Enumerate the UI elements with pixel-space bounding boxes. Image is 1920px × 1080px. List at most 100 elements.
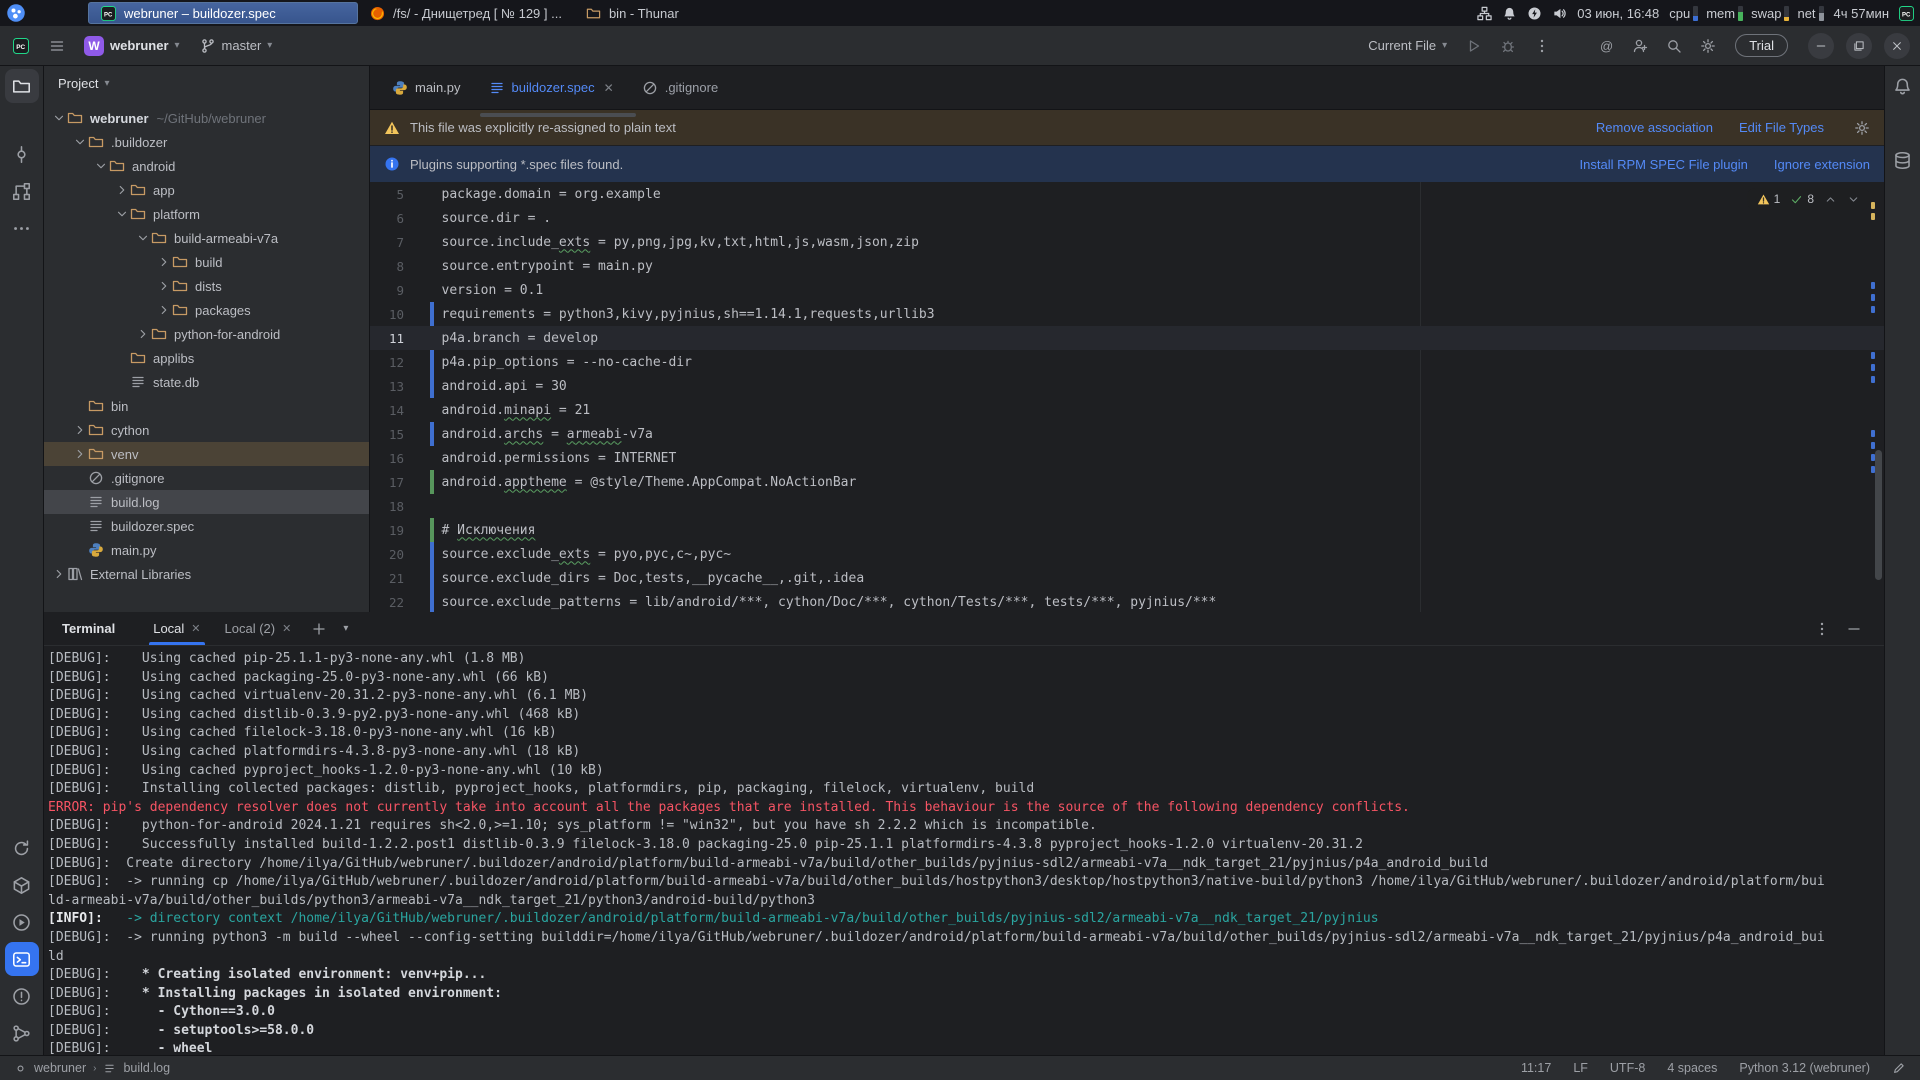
chevron-right-icon[interactable] (71, 447, 88, 461)
code-line-9[interactable]: 9version = 0.1 (370, 278, 1884, 302)
code-line-20[interactable]: 20source.exclude_exts = pyo,pyc,c~,pyc~ (370, 542, 1884, 566)
code-line-6[interactable]: 6source.dir = . (370, 206, 1884, 230)
caret-position[interactable]: 11:17 (1521, 1061, 1551, 1075)
tree-item-packages[interactable]: packages (44, 298, 369, 322)
add-user-icon[interactable] (1625, 33, 1655, 59)
tree-item--buildozer[interactable]: .buildozer (44, 130, 369, 154)
tree-item-bin[interactable]: bin (44, 394, 369, 418)
line-ending[interactable]: LF (1573, 1061, 1588, 1075)
tree-item--gitignore[interactable]: .gitignore (44, 466, 369, 490)
structure-icon[interactable] (5, 174, 39, 208)
more-icon[interactable] (5, 211, 39, 245)
debug-button[interactable] (1493, 33, 1523, 59)
git-icon[interactable] (5, 1016, 39, 1050)
tree-item-venv[interactable]: venv (44, 442, 369, 466)
tree-item-python-for-android[interactable]: python-for-android (44, 322, 369, 346)
power-icon[interactable] (1527, 6, 1542, 21)
terminal-tab-list-icon[interactable]: ▾ (335, 623, 356, 634)
chevron-down-icon[interactable] (71, 135, 88, 149)
main-menu-icon[interactable] (42, 33, 72, 59)
tree-item-state-db[interactable]: state.db (44, 370, 369, 394)
terminal-icon[interactable] (5, 942, 39, 976)
database-icon[interactable] (1886, 143, 1920, 177)
chevron-right-icon[interactable] (134, 327, 151, 341)
tree-item-webruner[interactable]: webruner~/GitHub/webruner (44, 106, 369, 130)
tree-item-main-py[interactable]: main.py (44, 538, 369, 562)
window-maximize-button[interactable] (1846, 33, 1872, 59)
banner-action-link[interactable]: Remove association (1596, 120, 1713, 135)
code-line-18[interactable]: 18 (370, 494, 1884, 518)
banner-action-link[interactable]: Edit File Types (1739, 120, 1824, 135)
tree-item-buildozer-spec[interactable]: buildozer.spec (44, 514, 369, 538)
project-widget[interactable]: W webruner ▾ (76, 31, 188, 61)
taskbar-window-button[interactable]: /fs/ - Днищетред [ № 129 ] ... (358, 2, 574, 24)
breadcrumb[interactable]: webruner › build.log (14, 1061, 170, 1075)
code-editor[interactable]: 5package.domain = org.example6source.dir… (370, 182, 1884, 612)
code-line-16[interactable]: 16android.permissions = INTERNET (370, 446, 1884, 470)
bell-icon[interactable] (1502, 6, 1517, 21)
chevron-down-icon[interactable] (50, 111, 67, 125)
app-launcher-icon[interactable] (6, 3, 26, 23)
banner-action-link[interactable]: Ignore extension (1774, 157, 1870, 172)
close-icon[interactable]: ✕ (191, 622, 200, 635)
code-line-15[interactable]: 15android.archs = armeabi-v7a (370, 422, 1884, 446)
terminal-output[interactable]: [DEBUG]: Using cached pip-25.1.1-py3-non… (44, 646, 1884, 1055)
next-problem-icon[interactable] (1847, 193, 1860, 206)
taskbar-window-button[interactable]: PCwebruner – buildozer.spec (88, 2, 358, 24)
ai-assistant-icon[interactable]: @ (1591, 33, 1621, 59)
breadcrumb-project[interactable]: webruner (34, 1061, 86, 1075)
indent-setting[interactable]: 4 spaces (1667, 1061, 1717, 1075)
tab--gitignore[interactable]: .gitignore (628, 66, 732, 109)
banner-action-link[interactable]: Install RPM SPEC File plugin (1580, 157, 1748, 172)
prev-problem-icon[interactable] (1824, 193, 1837, 206)
ai-assistant-icon[interactable] (1886, 106, 1920, 140)
tree-item-applibs[interactable]: applibs (44, 346, 369, 370)
code-line-8[interactable]: 8source.entrypoint = main.py (370, 254, 1884, 278)
tree-item-android[interactable]: android (44, 154, 369, 178)
gear-icon[interactable] (1854, 120, 1870, 136)
sync-icon[interactable] (5, 831, 39, 865)
tree-item-build-log[interactable]: build.log (44, 490, 369, 514)
problems-icon[interactable] (5, 979, 39, 1013)
terminal-tab-local-2-[interactable]: Local (2)✕ (213, 612, 304, 645)
encoding[interactable]: UTF-8 (1610, 1061, 1645, 1075)
terminal-options-icon[interactable] (1814, 621, 1830, 637)
interpreter[interactable]: Python 3.12 (webruner) (1739, 1061, 1870, 1075)
close-icon[interactable]: ✕ (282, 622, 291, 635)
run-button[interactable] (1459, 33, 1489, 59)
code-line-21[interactable]: 21source.exclude_dirs = Doc,tests,__pyca… (370, 566, 1884, 590)
chevron-down-icon[interactable] (92, 159, 109, 173)
terminal-title[interactable]: Terminal (62, 621, 115, 636)
code-line-13[interactable]: 13android.api = 30 (370, 374, 1884, 398)
network-icon[interactable] (1477, 6, 1492, 21)
code-line-19[interactable]: 19# Исключения (370, 518, 1884, 542)
tab-scrollbar-thumb[interactable] (480, 113, 636, 117)
tree-item-platform[interactable]: platform (44, 202, 369, 226)
tab-buildozer-spec[interactable]: buildozer.spec✕ (475, 66, 628, 109)
chevron-right-icon[interactable] (155, 255, 172, 269)
tree-item-cython[interactable]: cython (44, 418, 369, 442)
vcs-branch-widget[interactable]: master ▾ (192, 33, 281, 59)
tree-item-external-libraries[interactable]: External Libraries (44, 562, 369, 586)
run-config-selector[interactable]: Current File ▾ (1360, 33, 1455, 58)
code-line-17[interactable]: 17android.apptheme = @style/Theme.AppCom… (370, 470, 1884, 494)
services-icon[interactable] (5, 868, 39, 902)
inspections-widget[interactable]: 1 8 (1747, 188, 1870, 210)
code-line-11[interactable]: 11p4a.branch = develop (370, 326, 1884, 350)
code-line-7[interactable]: 7source.include_exts = py,png,jpg,kv,txt… (370, 230, 1884, 254)
tree-item-build-armeabi-v7a[interactable]: build-armeabi-v7a (44, 226, 369, 250)
close-icon[interactable]: ✕ (604, 81, 614, 95)
new-terminal-tab-icon[interactable] (303, 621, 335, 637)
volume-icon[interactable] (1552, 6, 1567, 21)
code-line-14[interactable]: 14android.minapi = 21 (370, 398, 1884, 422)
hide-terminal-icon[interactable] (1846, 621, 1862, 637)
chevron-right-icon[interactable] (71, 423, 88, 437)
code-line-22[interactable]: 22source.exclude_patterns = lib/android/… (370, 590, 1884, 612)
run-window-icon[interactable] (5, 905, 39, 939)
code-line-10[interactable]: 10requirements = python3,kivy,pyjnius,sh… (370, 302, 1884, 326)
project-folder-icon[interactable] (5, 69, 39, 103)
chevron-down-icon[interactable] (134, 231, 151, 245)
more-actions-icon[interactable] (1527, 33, 1557, 59)
editor-scrollbar-thumb[interactable] (1875, 450, 1882, 580)
code-line-5[interactable]: 5package.domain = org.example (370, 182, 1884, 206)
